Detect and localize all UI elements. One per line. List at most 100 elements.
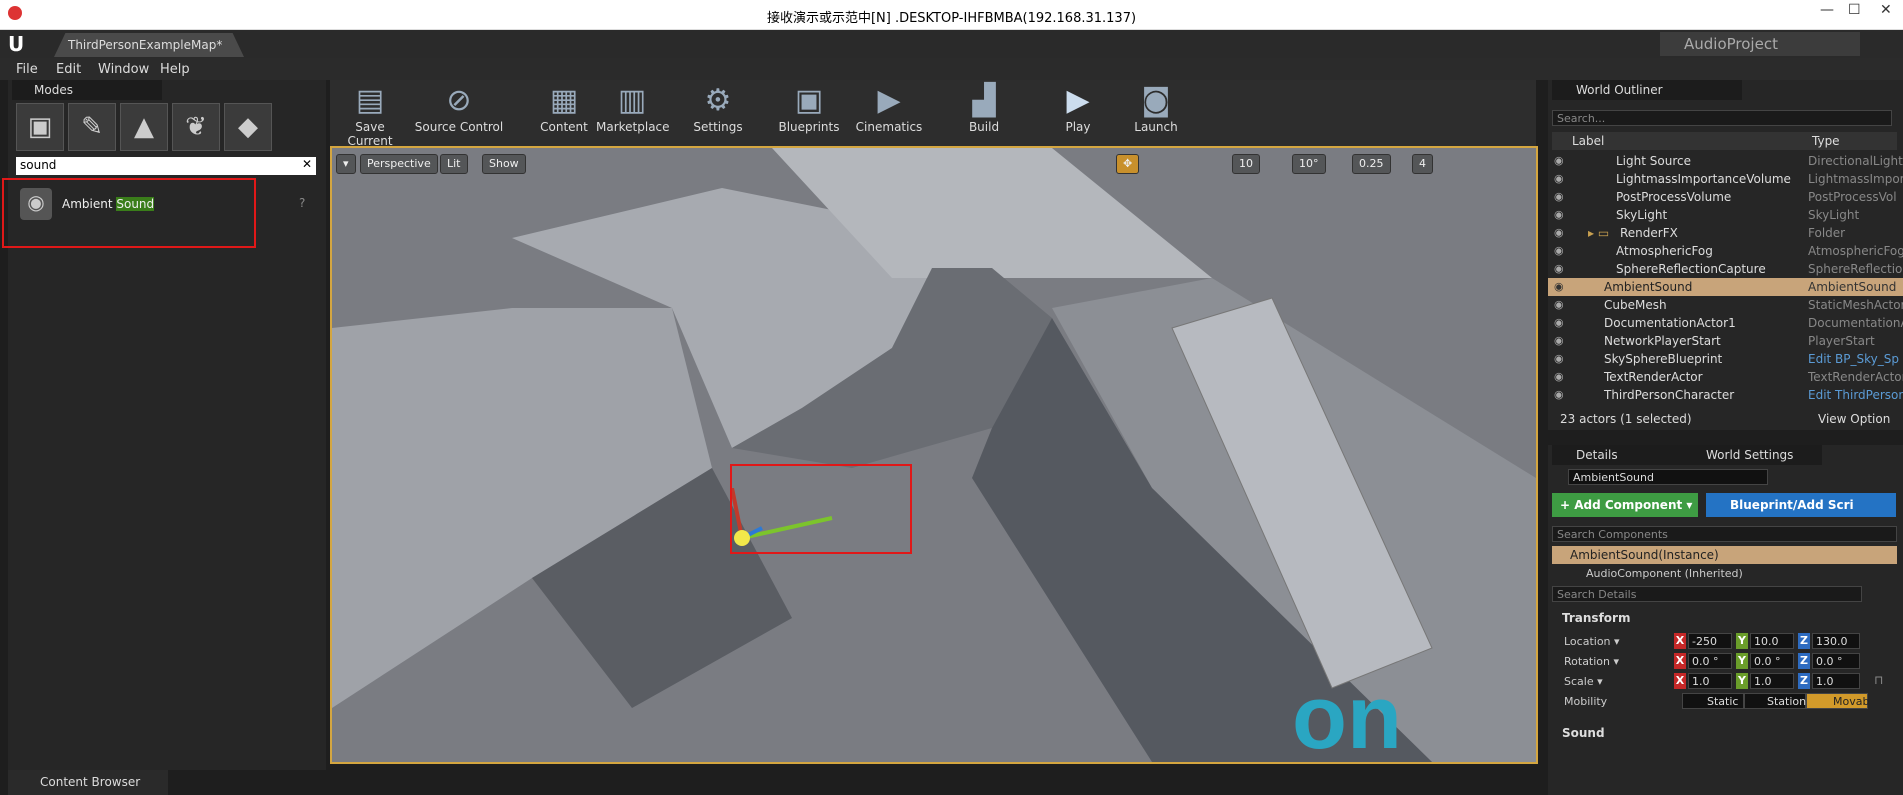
eye-icon[interactable]: ◉ xyxy=(1554,208,1564,221)
eye-icon[interactable]: ◉ xyxy=(1554,244,1564,257)
mobility-movable[interactable]: Movab xyxy=(1806,693,1869,709)
col-type[interactable]: Type xyxy=(1812,134,1840,148)
location-y[interactable]: 10.0 xyxy=(1750,633,1794,649)
content-browser-tab[interactable]: Content Browser xyxy=(8,770,168,795)
outliner-row[interactable]: ◉ CubeMesh StaticMeshActor xyxy=(1548,296,1903,314)
eye-icon[interactable]: ◉ xyxy=(1554,388,1564,401)
eye-icon[interactable]: ◉ xyxy=(1554,280,1564,293)
z-axis-label: Z xyxy=(1798,633,1810,649)
eye-icon[interactable]: ◉ xyxy=(1554,190,1564,203)
build-button[interactable]: ▟ Build xyxy=(954,82,1014,134)
world-settings-tab[interactable]: World Settings xyxy=(1682,445,1822,465)
tab-map[interactable]: ThirdPersonExampleMap* xyxy=(54,33,244,57)
place-icon[interactable]: ▣ xyxy=(16,103,64,151)
eye-icon[interactable]: ◉ xyxy=(1554,226,1564,239)
mobility-stationary[interactable]: Station xyxy=(1744,693,1806,709)
menu-window[interactable]: Window xyxy=(98,62,149,77)
outliner-row[interactable]: ◉ NetworkPlayerStart PlayerStart xyxy=(1548,332,1903,350)
foliage-icon[interactable]: ❦ xyxy=(172,103,220,151)
search-details-input[interactable]: Search Details xyxy=(1552,586,1862,602)
modes-tab[interactable]: Modes xyxy=(12,80,162,100)
translate-mode-icon[interactable]: ✥ xyxy=(1116,154,1140,174)
world-outliner-tab[interactable]: World Outliner xyxy=(1552,80,1742,100)
scale-y[interactable]: 1.0 xyxy=(1750,673,1794,689)
marketplace-button[interactable]: ▥ Marketplace xyxy=(596,82,670,134)
menu-edit[interactable]: Edit xyxy=(56,62,81,77)
outliner-row[interactable]: ◉ SkySphereBlueprint Edit BP_Sky_Sp xyxy=(1548,350,1903,368)
instance-row[interactable]: AmbientSound(Instance) xyxy=(1552,546,1897,564)
eye-icon[interactable]: ◉ xyxy=(1554,262,1564,275)
eye-icon[interactable]: ◉ xyxy=(1554,154,1564,167)
camera-speed-value[interactable]: 4 xyxy=(1412,154,1433,174)
help-icon[interactable]: ? xyxy=(299,196,305,210)
outliner-row[interactable]: ◉ TextRenderActor TextRenderActor xyxy=(1548,368,1903,386)
source-control-button[interactable]: ⊘ Source Control xyxy=(414,82,504,134)
close-button[interactable]: ✕ xyxy=(1880,2,1892,18)
eye-icon[interactable]: ◉ xyxy=(1554,172,1564,185)
rotation-y[interactable]: 0.0 ° xyxy=(1750,653,1794,669)
rotation-x[interactable]: 0.0 ° xyxy=(1688,653,1732,669)
rotation-z[interactable]: 0.0 ° xyxy=(1812,653,1860,669)
eye-icon[interactable]: ◉ xyxy=(1554,370,1564,383)
audio-component-row[interactable]: AudioComponent (Inherited) xyxy=(1552,565,1897,581)
menu-file[interactable]: File xyxy=(16,62,38,77)
location-z[interactable]: 130.0 xyxy=(1812,633,1860,649)
minimize-button[interactable]: — xyxy=(1820,2,1834,18)
level-viewport[interactable]: on ▾ Perspective Lit Show ✥ 10 10° 0.25 … xyxy=(330,146,1538,764)
rotation-label[interactable]: Rotation ▾ xyxy=(1564,655,1619,668)
scale-z[interactable]: 1.0 xyxy=(1812,673,1860,689)
outliner-row[interactable]: ◉ ▸ ▭ RenderFX Folder xyxy=(1548,224,1903,242)
launch-button[interactable]: ◙ Launch xyxy=(1126,82,1186,134)
lock-icon[interactable]: ⊓ xyxy=(1874,673,1883,687)
cinematics-button[interactable]: ▶ Cinematics xyxy=(854,82,924,134)
add-component-button[interactable]: + Add Component ▾ xyxy=(1552,493,1698,517)
outliner-row[interactable]: ◉ ThirdPersonCharacter Edit ThirdPerson xyxy=(1548,386,1903,404)
landscape-icon[interactable]: ▲ xyxy=(120,103,168,151)
menu-bar: File Edit Window Help xyxy=(0,58,1903,80)
eye-icon[interactable]: ◉ xyxy=(1554,316,1564,329)
view-options-button[interactable]: View Option xyxy=(1818,412,1890,426)
section-transform[interactable]: Transform xyxy=(1562,611,1630,625)
save-current-button[interactable]: ▤ Save Current xyxy=(334,82,406,148)
location-x[interactable]: -250 xyxy=(1688,633,1732,649)
eye-icon[interactable]: ◉ xyxy=(1554,352,1564,365)
grid-snap-value[interactable]: 10 xyxy=(1232,154,1260,174)
outliner-search-input[interactable]: Search... xyxy=(1552,110,1892,126)
outliner-row[interactable]: ◉ AtmosphericFog AtmosphericFog xyxy=(1548,242,1903,260)
eye-icon[interactable]: ◉ xyxy=(1554,334,1564,347)
col-label[interactable]: Label xyxy=(1572,134,1604,148)
menu-help[interactable]: Help xyxy=(160,62,190,77)
paint-icon[interactable]: ✎ xyxy=(68,103,116,151)
eye-icon[interactable]: ◉ xyxy=(1554,298,1564,311)
outliner-row[interactable]: ◉ Light Source DirectionalLight xyxy=(1548,152,1903,170)
clear-search-icon[interactable]: ✕ xyxy=(302,157,312,171)
geometry-icon[interactable]: ◆ xyxy=(224,103,272,151)
outliner-row[interactable]: ◉ SkyLight SkyLight xyxy=(1548,206,1903,224)
scale-x[interactable]: 1.0 xyxy=(1688,673,1732,689)
content-button[interactable]: ▦ Content xyxy=(534,82,594,134)
scale-label[interactable]: Scale ▾ xyxy=(1564,675,1603,688)
blueprint-add-script-button[interactable]: Blueprint/Add Scri xyxy=(1706,493,1896,517)
section-sound[interactable]: Sound xyxy=(1562,726,1605,740)
scale-snap-value[interactable]: 0.25 xyxy=(1352,154,1391,174)
outliner-row[interactable]: ◉ SphereReflectionCapture SphereReflection xyxy=(1548,260,1903,278)
outliner-row[interactable]: ◉ LightmassImportanceVolume LightmassImpor xyxy=(1548,170,1903,188)
settings-button[interactable]: ⚙ Settings xyxy=(688,82,748,134)
perspective-button[interactable]: Perspective xyxy=(360,154,438,174)
outliner-row[interactable]: ◉ PostProcessVolume PostProcessVol xyxy=(1548,188,1903,206)
outliner-row-selected[interactable]: ◉ AmbientSound AmbientSound xyxy=(1548,278,1903,296)
outliner-row[interactable]: ◉ DocumentationActor1 DocumentationA xyxy=(1548,314,1903,332)
actor-name-field[interactable]: AmbientSound xyxy=(1568,469,1768,485)
mobility-static[interactable]: Static xyxy=(1682,693,1744,709)
show-button[interactable]: Show xyxy=(482,154,526,174)
blueprints-button[interactable]: ▣ Blueprints xyxy=(776,82,842,134)
modes-search-input[interactable]: sound ✕ xyxy=(16,157,316,175)
lit-button[interactable]: Lit xyxy=(440,154,468,174)
maximize-button[interactable]: ☐ xyxy=(1848,2,1861,18)
rotation-snap-value[interactable]: 10° xyxy=(1292,154,1326,174)
details-tab[interactable]: Details xyxy=(1552,445,1682,465)
search-components-input[interactable]: Search Components xyxy=(1552,526,1897,542)
play-button[interactable]: ▶ Play xyxy=(1048,82,1108,134)
viewport-options-button[interactable]: ▾ xyxy=(336,154,356,174)
location-label[interactable]: Location ▾ xyxy=(1564,635,1620,648)
